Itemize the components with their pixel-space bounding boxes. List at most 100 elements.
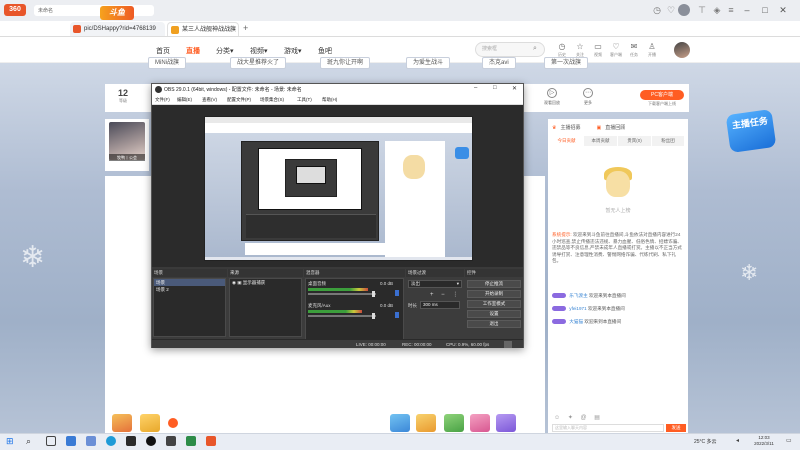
browser-tab-1[interactable]: pic/DSHappy?rid=4768139 [70, 22, 165, 36]
site-logo[interactable]: 斗鱼 [100, 6, 134, 20]
widgets-icon[interactable] [66, 436, 76, 446]
send-button[interactable]: 发送 [666, 424, 686, 432]
shield-icon[interactable]: ◈ [712, 5, 722, 15]
obs-menu-profile[interactable]: 配置文件(P) [227, 97, 251, 103]
obs-menu-view[interactable]: 查看(V) [202, 97, 217, 103]
at-icon[interactable]: @ [581, 415, 590, 421]
tab-replay[interactable]: 直播回顾 [605, 124, 625, 131]
edge-icon[interactable] [106, 436, 116, 446]
tab-fans[interactable]: 粉丝团 [652, 136, 684, 146]
tab-week[interactable]: 本周贡献 [584, 136, 617, 146]
shirt-icon[interactable]: ⊤ [697, 5, 707, 15]
fire-icon[interactable]: ✦ [568, 415, 576, 421]
gift-icon[interactable] [444, 414, 464, 432]
obs-mixer-slider[interactable] [308, 315, 376, 317]
obs-mixer-knob[interactable] [372, 291, 375, 297]
speaker-icon[interactable] [395, 312, 399, 318]
gift-icon[interactable] [140, 414, 160, 432]
task-view-icon[interactable] [46, 436, 56, 446]
search-icon[interactable]: ⌕ [533, 45, 537, 53]
obs-mixer-knob[interactable] [372, 313, 375, 319]
nav-video[interactable]: 视频▾ [250, 46, 268, 56]
tab-today[interactable]: 今日贡献 [550, 136, 583, 146]
search-icon[interactable]: ⌕ [26, 436, 36, 446]
browser-tab-2[interactable]: 某三人战舰神战战旗 × [167, 22, 239, 36]
tag-item[interactable]: 为爱生战斗 [406, 57, 451, 69]
close-window-button[interactable]: ✕ [776, 3, 790, 17]
obs-scene-item[interactable]: 场景 2 [154, 286, 225, 293]
close-tab-icon[interactable]: × [230, 23, 234, 36]
obs-preview-canvas[interactable] [152, 105, 523, 267]
site-user-avatar[interactable] [674, 42, 690, 58]
obs-menu-tools[interactable]: 工具(T) [297, 97, 312, 103]
chat-username[interactable]: 大猫猫 [569, 319, 583, 324]
obs-mixer-slider[interactable] [308, 293, 376, 295]
gift-icon[interactable] [112, 414, 132, 432]
user-avatar-icon[interactable] [678, 4, 690, 16]
obs-scene-item[interactable]: 场景 [154, 279, 225, 286]
obs-duration-input[interactable]: 300 ms [420, 301, 460, 309]
history-icon[interactable]: ◷ [652, 5, 662, 15]
browser-active-tab[interactable]: 未命名 [34, 5, 154, 16]
obs-menu-file[interactable]: 文件(F) [155, 97, 170, 103]
gift-badge-icon[interactable] [168, 418, 178, 428]
obs-menu-scene-collection[interactable]: 场景集合(S) [260, 97, 284, 103]
pc-client-button[interactable]: PC客户端 [640, 90, 684, 100]
nav-category[interactable]: 分类▾ [216, 46, 234, 56]
app-icon[interactable] [166, 436, 176, 446]
tag-item[interactable]: 第一次战旗 [544, 57, 589, 69]
more-button[interactable]: ⋯ 更多 [578, 88, 598, 110]
obs-app-icon[interactable] [146, 436, 156, 446]
obs-studio-mode-button[interactable]: 工作室模式 [467, 300, 521, 308]
chat-input[interactable]: 这里输入聊天内容 [552, 424, 664, 432]
chat-username[interactable]: 乐飞渡主 [569, 293, 587, 298]
obs-window[interactable]: OBS 29.0.1 (64bit, windows) - 配置文件: 未命名 … [151, 83, 524, 348]
tab-recruit[interactable]: 主播招募 [560, 124, 580, 131]
weather-widget[interactable]: 25°C 多云 [694, 438, 717, 445]
image-icon[interactable]: ▤ [594, 415, 603, 421]
douyu-app-icon[interactable] [206, 436, 216, 446]
obs-maximize-button[interactable]: □ [493, 85, 497, 91]
browser-logo[interactable]: 360 [4, 4, 26, 16]
gift-icon[interactable] [496, 414, 516, 432]
obs-transition-select[interactable]: 淡出 ▾ [408, 280, 462, 288]
browser-app-icon[interactable] [186, 436, 196, 446]
gift-icon[interactable] [390, 414, 410, 432]
store-icon[interactable] [126, 436, 136, 446]
obs-minimize-button[interactable]: – [474, 85, 477, 91]
nav-home[interactable]: 首页 [156, 46, 170, 56]
tab-vip[interactable]: 贵宾(0) [618, 136, 651, 146]
tag-item[interactable]: 斑九你让开啊 [320, 57, 371, 69]
speaker-icon[interactable] [395, 290, 399, 296]
gift-icon[interactable] [470, 414, 490, 432]
tag-item[interactable]: MiNi战旗 [148, 57, 186, 69]
obs-stop-stream-button[interactable]: 停止推流 [467, 280, 521, 288]
tag-item[interactable]: 战大星推荐火了 [230, 57, 287, 69]
replay-button[interactable]: ▷ 观看回放 [542, 88, 562, 110]
lock-icon[interactable]: ▣ [237, 280, 241, 285]
obs-menu-edit[interactable]: 编辑(E) [177, 97, 192, 103]
obs-settings-button[interactable]: 设置 [467, 310, 521, 318]
eye-icon[interactable]: ◉ [232, 280, 236, 285]
obs-close-button[interactable]: ✕ [512, 85, 517, 92]
nav-yuba[interactable]: 鱼吧 [318, 46, 332, 56]
tag-item[interactable]: 杰克avi [482, 57, 516, 69]
windows-start-icon[interactable]: ⊞ [6, 436, 16, 446]
volume-icon[interactable]: ◂ [736, 437, 739, 444]
obs-exit-button[interactable]: 退出 [467, 320, 521, 328]
emoji-icon[interactable]: ☺ [554, 415, 563, 421]
mail-icon[interactable] [86, 436, 96, 446]
maximize-button[interactable]: □ [758, 3, 772, 17]
obs-menu-help[interactable]: 帮助(H) [322, 97, 337, 103]
system-clock[interactable]: 12:03 2022/3/11 [748, 435, 780, 447]
obs-start-record-button[interactable]: 开始录制 [467, 290, 521, 298]
anchor-task-badge[interactable]: 主播任务 [725, 108, 777, 154]
menu-icon[interactable]: ≡ [726, 5, 736, 15]
new-tab-button[interactable]: + [243, 23, 248, 33]
chat-username[interactable]: yfei1971 [569, 306, 586, 311]
nav-live[interactable]: 直播 [186, 46, 200, 56]
obs-source-item[interactable]: ◉ ▣ 显示器捕获 [230, 279, 301, 286]
obs-resize-grip-icon[interactable] [504, 341, 512, 348]
heart-icon[interactable]: ♡ [666, 5, 676, 15]
notification-icon[interactable]: ▭ [786, 437, 792, 444]
